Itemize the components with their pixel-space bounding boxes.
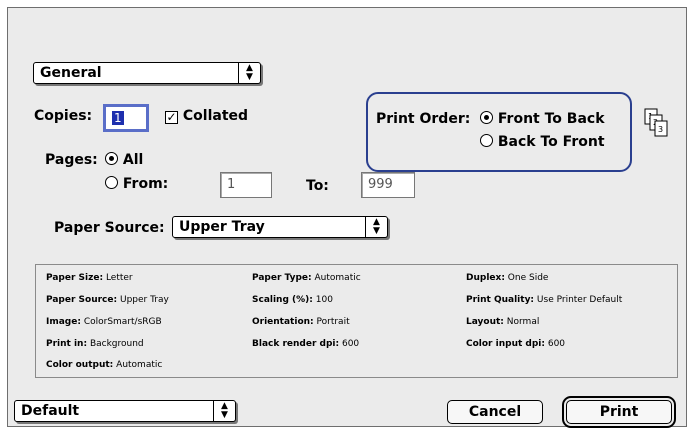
collated-check-icon: ✓ xyxy=(165,110,178,124)
popup-arrows-icon: ▲ ▼ xyxy=(238,63,260,83)
pages-from-field[interactable]: 1 xyxy=(220,172,272,198)
collated-checkbox[interactable]: ✓ Collated xyxy=(165,108,248,124)
summary-item: Duplex: One Side xyxy=(466,273,549,283)
settings-summary: Paper Size: Letter Paper Source: Upper T… xyxy=(35,264,678,378)
print-order-highlight xyxy=(366,92,632,172)
summary-item: Print in: Background xyxy=(46,339,144,349)
radio-unselected-icon xyxy=(480,134,493,147)
front-to-back-label: Front To Back xyxy=(497,111,605,127)
cancel-button[interactable]: Cancel xyxy=(447,400,543,424)
print-order-label: Print Order: xyxy=(376,111,471,127)
pages-label: Pages: xyxy=(45,152,98,168)
paper-source-value: Upper Tray xyxy=(179,219,265,235)
panel-popup-menu[interactable]: General ▲ ▼ xyxy=(33,62,261,84)
pages-all-label: All xyxy=(122,152,144,168)
summary-item: Color output: Automatic xyxy=(46,360,163,370)
summary-item: Print Quality: Use Printer Default xyxy=(466,295,623,305)
radio-selected-icon xyxy=(105,152,118,165)
paper-source-label: Paper Source: xyxy=(54,220,165,236)
summary-item: Layout: Normal xyxy=(466,317,540,327)
back-to-front-label: Back To Front xyxy=(497,134,605,150)
summary-item: Black render dpi: 600 xyxy=(252,339,360,349)
print-button[interactable]: Print xyxy=(562,396,676,428)
pages-from-label: From: xyxy=(122,176,169,192)
pages-all-radio[interactable]: All xyxy=(105,152,143,168)
print-order-front-to-back-radio[interactable]: Front To Back xyxy=(480,111,605,127)
copies-field[interactable]: 1 xyxy=(103,104,149,132)
summary-item: Paper Type: Automatic xyxy=(252,273,361,283)
popup-arrows-icon: ▲ ▼ xyxy=(365,217,387,237)
pages-to-field[interactable]: 999 xyxy=(361,172,415,198)
summary-item: Paper Source: Upper Tray xyxy=(46,295,169,305)
summary-item: Paper Size: Letter xyxy=(46,273,133,283)
radio-unselected-icon xyxy=(105,176,118,189)
svg-text:3: 3 xyxy=(658,125,663,134)
page-order-icon: 1 2 3 xyxy=(644,108,668,137)
preset-popup-menu[interactable]: Default ▲ ▼ xyxy=(14,400,236,422)
copies-label: Copies: xyxy=(34,108,93,124)
preset-popup-value: Default xyxy=(21,403,80,419)
paper-source-popup[interactable]: Upper Tray ▲ ▼ xyxy=(172,216,388,238)
panel-popup-value: General xyxy=(40,65,102,81)
print-order-back-to-front-radio[interactable]: Back To Front xyxy=(480,134,605,150)
summary-item: Orientation: Portrait xyxy=(252,317,350,327)
radio-selected-icon xyxy=(480,111,493,124)
popup-arrows-icon: ▲ ▼ xyxy=(213,401,235,421)
summary-item: Scaling (%): 100 xyxy=(252,295,333,305)
copies-value: 1 xyxy=(112,111,124,125)
pages-to-label: To: xyxy=(306,178,329,194)
summary-item: Image: ColorSmart/sRGB xyxy=(46,317,162,327)
pages-from-radio[interactable]: From: xyxy=(105,176,168,192)
collated-label: Collated xyxy=(182,108,249,124)
summary-item: Color input dpi: 600 xyxy=(466,339,566,349)
print-dialog: General ▲ ▼ Copies: 1 ✓ Collated Print Or… xyxy=(7,7,687,428)
